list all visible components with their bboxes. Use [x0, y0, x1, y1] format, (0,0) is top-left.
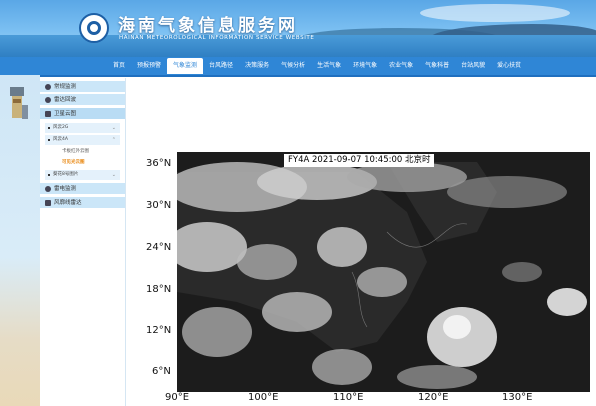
nav-item[interactable]: 首页 — [107, 57, 131, 75]
chevron-up-icon: ⌃ — [111, 137, 116, 143]
bullet-icon — [48, 139, 50, 141]
sidebar-item-label: 风廓线雷达 — [54, 200, 82, 206]
nav-item[interactable]: 台站风貌 — [455, 57, 491, 75]
bullet-icon — [48, 127, 50, 129]
site-subtitle: HAINAN METEOROLOGICAL INFORMATION SERVIC… — [119, 35, 315, 41]
sidebar-item-label: 常规监测 — [54, 84, 77, 90]
gear-icon — [45, 84, 51, 90]
satellite-icon — [10, 87, 28, 119]
nav-items: 首页 预报预警 气象监测 台风路径 决策服务 气候分析 生活气象 环境气象 农业气象 气象科普 台站… — [107, 57, 527, 75]
lon-label: 130°E — [502, 392, 533, 403]
lon-label: 100°E — [248, 392, 279, 403]
main-nav: 首页 预报预警 气象监测 台风路径 决策服务 气候分析 生活气象 环境气象 农业气象 气象科普 台站… — [0, 57, 596, 77]
left-background — [0, 75, 40, 406]
sidebar-sub-label: 风云4A — [53, 137, 68, 142]
nav-item[interactable]: 环境气象 — [347, 57, 383, 75]
site-header: 海南气象信息服务网 HAINAN METEOROLOGICAL INFORMAT… — [0, 0, 596, 57]
nav-item[interactable]: 气象监测 — [167, 58, 204, 74]
sidebar-sub-fy2g[interactable]: 风云2G ⌄ — [45, 123, 120, 133]
sidebar-item-label: 雷达回波 — [54, 97, 77, 103]
sidebar-sub-label: 风云2G — [53, 125, 69, 130]
sidebar-item-radar[interactable]: 雷达回波 — [40, 94, 125, 106]
header-cloud — [420, 4, 570, 22]
sidebar-item-wind-profiler[interactable]: 风廓线雷达 — [40, 197, 125, 209]
lon-label: 110°E — [333, 392, 364, 403]
sidebar: 常规监测 雷达回波 卫星云图 风云2G ⌄ 风云4A ⌃ 卡板红外云图 可见光云… — [40, 78, 126, 406]
lat-label: 24°N — [146, 242, 172, 253]
satellite-cloud-image[interactable]: FY4A 2021-09-07 10:45:00 北京时 — [177, 152, 590, 392]
chevron-down-icon: ⌄ — [111, 125, 116, 131]
sidebar-leaf-infrared[interactable]: 卡板红外云图 — [62, 148, 89, 156]
lon-label: 90°E — [165, 392, 190, 403]
nav-item[interactable]: 气候分析 — [275, 57, 311, 75]
nav-item[interactable]: 农业气象 — [383, 57, 419, 75]
nav-item[interactable]: 台风路径 — [203, 57, 239, 75]
bullet-icon — [48, 174, 50, 176]
nav-item[interactable]: 气象科普 — [419, 57, 455, 75]
nav-item[interactable]: 预报预警 — [131, 57, 167, 75]
sidebar-sub-label: 葵花8号图片 — [53, 172, 79, 177]
lat-label: 36°N — [146, 158, 172, 169]
site-title[interactable]: 海南气象信息服务网 — [118, 11, 298, 36]
chevron-down-icon: ⌄ — [111, 172, 116, 178]
satellite-caption: FY4A 2021-09-07 10:45:00 北京时 — [284, 154, 435, 167]
lat-label: 12°N — [146, 325, 172, 336]
logo-icon[interactable] — [79, 13, 109, 43]
sidebar-sub-fy4a[interactable]: 风云4A ⌃ — [45, 135, 120, 145]
radar-icon — [45, 97, 51, 103]
cloud-lightning-icon — [45, 186, 51, 192]
sidebar-item-satellite[interactable]: 卫星云图 — [40, 108, 125, 120]
sidebar-leaf-visible[interactable]: 可见光云图 — [62, 159, 85, 167]
lon-label: 120°E — [418, 392, 449, 403]
nav-item[interactable]: 爱心扶贫 — [491, 57, 527, 75]
sidebar-item-label: 雷电监测 — [54, 186, 77, 192]
satellite-icon — [45, 111, 51, 117]
nav-item[interactable]: 生活气象 — [311, 57, 347, 75]
lat-label: 6°N — [152, 366, 171, 377]
sidebar-item-lightning[interactable]: 雷电监测 — [40, 183, 125, 195]
cloud-image-canvas — [177, 152, 590, 392]
lat-label: 18°N — [146, 284, 172, 295]
sidebar-item-label: 卫星云图 — [54, 111, 77, 117]
sidebar-sub-himawari8[interactable]: 葵花8号图片 ⌄ — [45, 170, 120, 180]
book-icon — [45, 200, 51, 206]
nav-item[interactable]: 决策服务 — [239, 57, 275, 75]
lat-label: 30°N — [146, 200, 172, 211]
sidebar-item-conventional[interactable]: 常规监测 — [40, 81, 125, 93]
